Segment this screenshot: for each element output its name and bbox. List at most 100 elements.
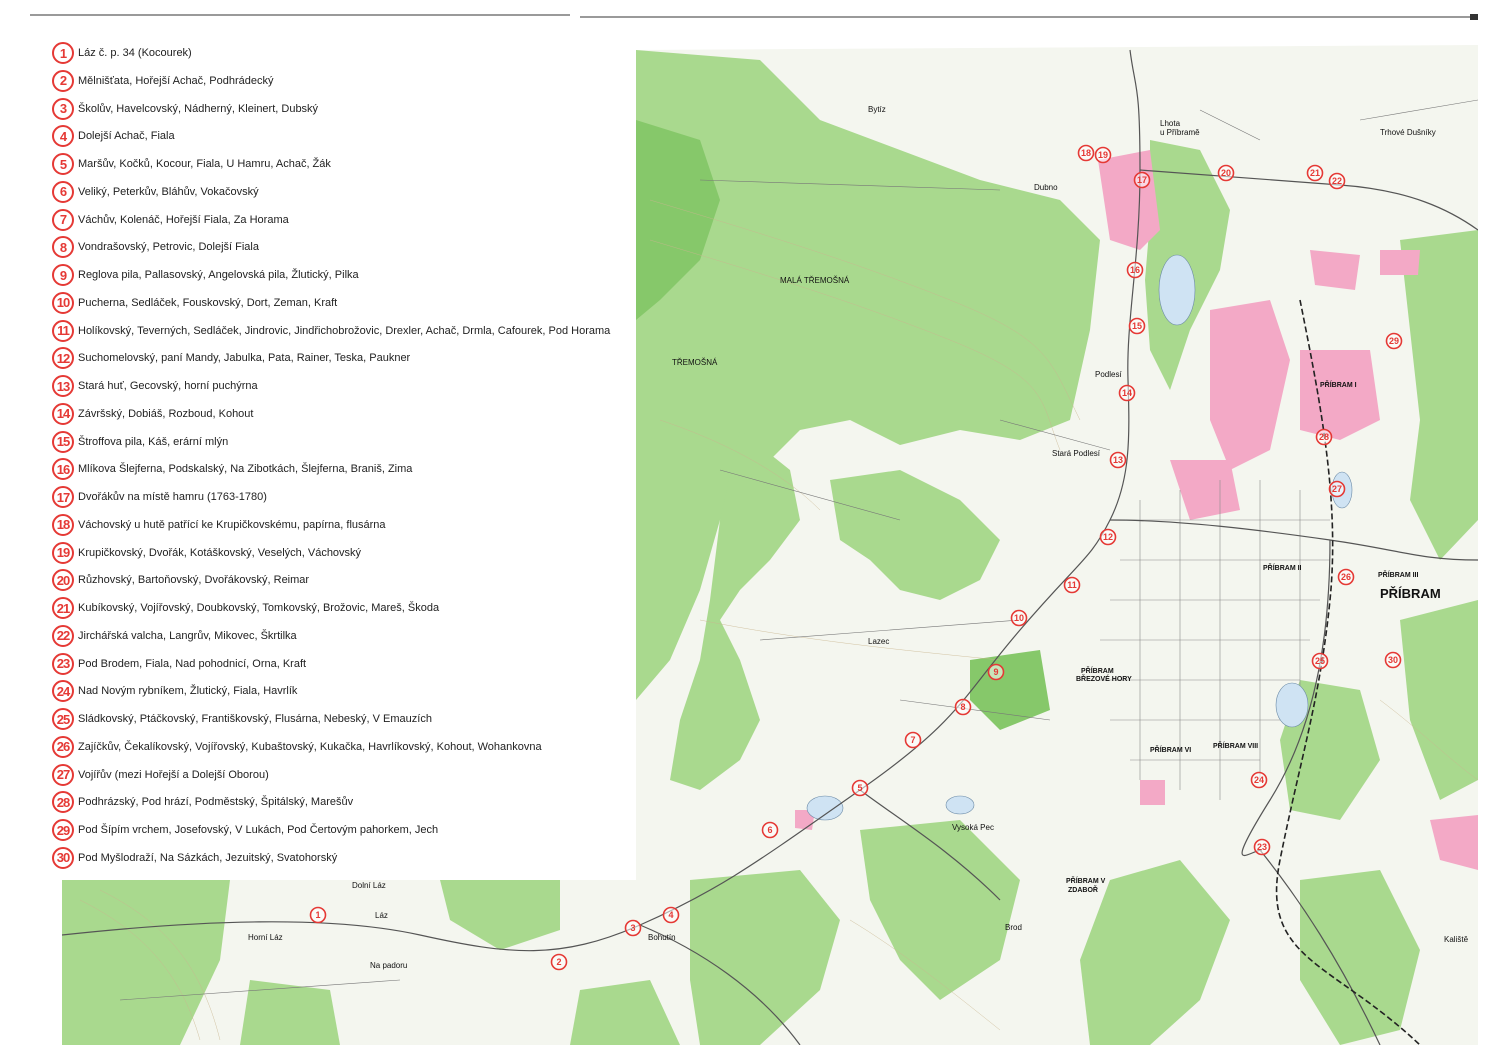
legend-number-badge: 14 [52, 402, 74, 425]
legend-item: 25 Sládkovský, Ptáčkovský, Františkovský,… [52, 706, 432, 732]
legend-item: 17 Dvořákův na místě hamru (1763-1780) [52, 484, 267, 510]
map-place-label: PŘÍBRAM [1081, 666, 1114, 675]
legend-item: 13 Stará huť, Gecovský, horní puchýrna [52, 373, 258, 399]
legend-text: Sládkovský, Ptáčkovský, Františkovský, F… [78, 713, 432, 725]
map-place-label: Na padoru [370, 961, 407, 970]
map-marker-label: 7 [910, 735, 915, 745]
map-marker[interactable]: 15 [1128, 317, 1146, 335]
map-marker[interactable]: 23 [1253, 838, 1271, 856]
map-marker[interactable]: 24 [1250, 771, 1268, 789]
legend-text: Dolejší Achač, Fiala [78, 130, 175, 143]
map-marker[interactable]: 27 [1328, 480, 1346, 498]
legend-number-badge: 11 [52, 319, 74, 342]
map-marker-label: 20 [1221, 168, 1231, 178]
map-marker[interactable]: 22 [1328, 172, 1346, 190]
legend-number-badge: 28 [52, 791, 74, 814]
map-marker-label: 24 [1254, 775, 1264, 785]
map-place-label: PŘÍBRAM III [1378, 570, 1419, 579]
map-place-label: BŘEZOVÉ HORY [1076, 674, 1132, 683]
legend-text: Maršův, Kočků, Kocour, Fiala, U Hamru, A… [78, 158, 331, 170]
legend-number-badge: 27 [52, 763, 74, 786]
map-marker-label: 25 [1315, 656, 1325, 666]
legend-text: Zajíčkův, Čekalíkovský, Vojířovský, Kuba… [78, 740, 542, 753]
legend-number-badge: 4 [52, 125, 74, 148]
map-marker[interactable]: 16 [1126, 261, 1144, 279]
legend-number-badge: 8 [52, 236, 74, 259]
legend-item: 18 Váchovský u hutě patřící ke Krupičkovs… [52, 512, 386, 538]
map-marker[interactable]: 7 [904, 731, 922, 749]
map-marker[interactable]: 13 [1109, 451, 1127, 469]
map-marker[interactable]: 17 [1133, 171, 1151, 189]
map-marker-label: 1 [315, 910, 320, 920]
map-place-label: PŘÍBRAM II [1263, 563, 1302, 572]
legend-item: 10 Pucherna, Sedláček, Fouskovský, Dort, … [52, 290, 337, 316]
map-marker-label: 13 [1113, 455, 1123, 465]
map-marker[interactable]: 2 [550, 953, 568, 971]
legend-text: Pod Šípím vrchem, Josefovský, V Lukách, … [78, 824, 439, 836]
legend-text: Mělnišťata, Hořejší Achač, Podhrádecký [78, 74, 274, 87]
legend-item: 29 Pod Šípím vrchem, Josefovský, V Lukách… [52, 817, 438, 843]
legend-number-badge: 30 [52, 846, 74, 869]
map-marker-label: 29 [1389, 336, 1399, 346]
legend-item: 9 Reglova pila, Pallasovský, Angelovská p… [52, 262, 359, 288]
map-marker[interactable]: 1 [309, 906, 327, 924]
water-body [806, 795, 844, 821]
map-marker-label: 4 [668, 910, 673, 920]
legend-item: 12 Suchomelovský, paní Mandy, Jabulka, Pa… [52, 345, 410, 371]
map-marker[interactable]: 25 [1311, 652, 1329, 670]
legend-item: 8 Vondrašovský, Petrovic, Dolejší Fiala [52, 234, 259, 260]
legend-number-badge: 10 [52, 291, 74, 314]
map-place-label: Stará Podlesí [1052, 449, 1101, 458]
map-marker[interactable]: 30 [1384, 651, 1402, 669]
map-marker[interactable]: 12 [1099, 528, 1117, 546]
map-marker-label: 14 [1122, 388, 1132, 398]
map-marker[interactable]: 28 [1315, 428, 1333, 446]
legend-text: Školův, Havelcovský, Nádherný, Kleinert,… [78, 102, 319, 115]
map-marker-label: 11 [1067, 580, 1077, 590]
map-marker[interactable]: 14 [1118, 384, 1136, 402]
map-marker[interactable]: 18 [1077, 144, 1095, 162]
map-marker[interactable]: 8 [954, 698, 972, 716]
map-marker[interactable]: 29 [1385, 332, 1403, 350]
legend-text: Vojířův (mezi Hořejší a Dolejší Oborou) [78, 768, 269, 781]
legend-number-badge: 3 [52, 97, 74, 120]
map-place-label: ZDABOŘ [1068, 885, 1098, 894]
legend-number-badge: 15 [52, 430, 74, 453]
legend-number-badge: 25 [52, 708, 74, 730]
map-marker-label: 17 [1137, 175, 1147, 185]
map-marker[interactable]: 11 [1063, 576, 1081, 594]
map-marker[interactable]: 20 [1217, 164, 1235, 182]
map-marker[interactable]: 4 [662, 906, 680, 924]
map-marker-label: 6 [767, 825, 772, 835]
legend-text: Jirchářská valcha, Langrův, Mikovec, Škr… [78, 629, 297, 642]
legend-text: Reglova pila, Pallasovský, Angelovská pi… [78, 269, 359, 281]
map-marker-label: 10 [1014, 613, 1024, 623]
map-marker[interactable]: 5 [851, 779, 869, 797]
map-marker[interactable]: 21 [1306, 164, 1324, 182]
map-place-label: Dubno [1034, 183, 1058, 192]
map-marker-label: 23 [1257, 842, 1267, 852]
map-marker-label: 22 [1332, 176, 1342, 186]
map-marker[interactable]: 9 [987, 663, 1005, 681]
legend-number-badge: 5 [52, 153, 74, 175]
legend-text: Nad Novým rybníkem, Žlutický, Fiala, Hav… [78, 685, 298, 698]
legend-item: 3 Školův, Havelcovský, Nádherný, Kleinert… [52, 96, 318, 122]
map-marker[interactable]: 10 [1010, 609, 1028, 627]
map-marker[interactable]: 3 [624, 919, 642, 937]
map-place-label: Bytíz [868, 105, 886, 114]
map-marker-label: 30 [1388, 655, 1398, 665]
map-marker-label: 15 [1132, 321, 1142, 331]
legend-number-badge: 19 [52, 541, 74, 564]
map-marker[interactable]: 26 [1337, 568, 1355, 586]
map-place-label: Kaliště [1444, 935, 1469, 944]
legend-text: Dvořákův na místě hamru (1763-1780) [78, 491, 267, 503]
legend-number-badge: 2 [52, 69, 74, 92]
map-place-label: Vysoká Pec [952, 823, 994, 832]
legend-text: Pod Myšlodraží, Na Sázkách, Jezuitský, S… [78, 851, 338, 864]
map-place-label: PŘÍBRAM VIII [1213, 741, 1258, 750]
map-marker-label: 8 [960, 702, 965, 712]
legend-text: Růzhovský, Bartoňovský, Dvořákovský, Rei… [78, 574, 310, 587]
map-marker[interactable]: 19 [1094, 146, 1112, 164]
map-place-label: u Příbramě [1160, 128, 1200, 137]
map-marker[interactable]: 6 [761, 821, 779, 839]
